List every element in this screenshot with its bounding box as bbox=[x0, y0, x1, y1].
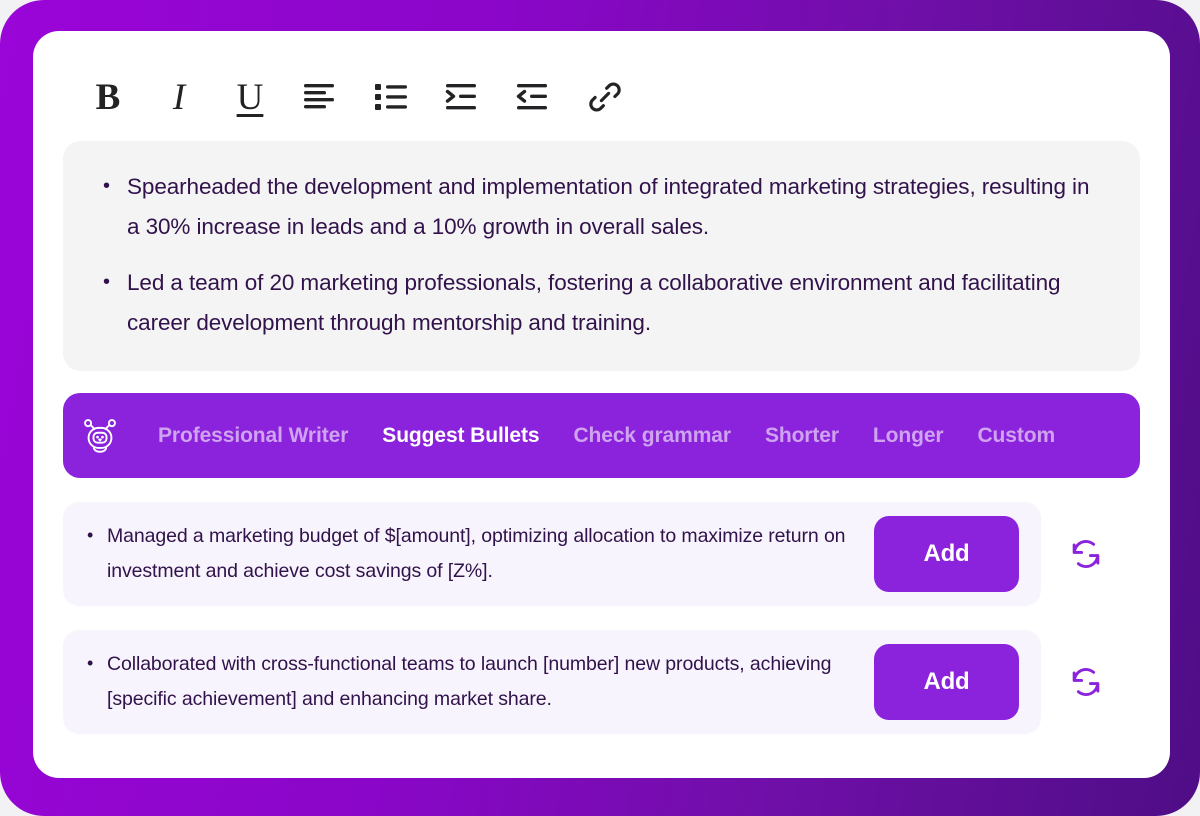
indent-decrease-icon bbox=[516, 84, 547, 110]
resume-bullet: Spearheaded the development and implemen… bbox=[97, 166, 1106, 247]
app-frame: B I U • Spearheaded the development and … bbox=[0, 0, 1200, 816]
indent-decrease-button[interactable] bbox=[511, 74, 557, 120]
bulleted-list-icon bbox=[375, 84, 407, 110]
underline-button[interactable]: U bbox=[227, 74, 273, 120]
bulleted-list-button[interactable] bbox=[369, 74, 415, 120]
ai-action-custom[interactable]: Custom bbox=[960, 424, 1072, 448]
italic-icon: I bbox=[172, 76, 186, 118]
ai-action-professional-writer[interactable]: Professional Writer bbox=[141, 424, 365, 448]
suggestion-card: Collaborated with cross-functional teams… bbox=[63, 630, 1041, 734]
ai-action-bar: Professional Writer Suggest Bullets Chec… bbox=[63, 393, 1140, 478]
bold-icon: B bbox=[95, 76, 121, 118]
indent-increase-icon bbox=[445, 84, 476, 110]
ai-action-check-grammar[interactable]: Check grammar bbox=[556, 424, 747, 448]
regenerate-button[interactable] bbox=[1059, 527, 1113, 581]
editor-card: B I U • Spearheaded the development and … bbox=[33, 31, 1170, 778]
suggestion-text: Collaborated with cross-functional teams… bbox=[85, 646, 874, 717]
editor-content-area[interactable]: Spearheaded the development and implemen… bbox=[63, 141, 1140, 371]
suggestion-row: Collaborated with cross-functional teams… bbox=[63, 630, 1140, 734]
ai-action-suggest-bullets[interactable]: Suggest Bullets bbox=[365, 424, 556, 448]
robot-icon bbox=[77, 413, 123, 459]
link-icon bbox=[589, 82, 621, 112]
add-button[interactable]: Add bbox=[874, 516, 1019, 592]
italic-button[interactable]: I bbox=[156, 74, 202, 120]
ai-action-shorter[interactable]: Shorter bbox=[748, 424, 856, 448]
align-left-icon bbox=[304, 84, 334, 109]
ai-action-longer[interactable]: Longer bbox=[856, 424, 961, 448]
resume-bullet: Led a team of 20 marketing professionals… bbox=[97, 262, 1106, 343]
regenerate-button[interactable] bbox=[1059, 655, 1113, 709]
refresh-icon bbox=[1072, 540, 1100, 568]
suggestion-row: Managed a marketing budget of $[amount],… bbox=[63, 502, 1140, 606]
suggestion-text: Managed a marketing budget of $[amount],… bbox=[85, 518, 874, 589]
align-left-button[interactable] bbox=[298, 74, 344, 120]
link-button[interactable] bbox=[582, 74, 628, 120]
underline-icon: U bbox=[236, 76, 264, 118]
suggestion-card: Managed a marketing budget of $[amount],… bbox=[63, 502, 1041, 606]
indent-increase-button[interactable] bbox=[440, 74, 486, 120]
resume-bullet-list: Spearheaded the development and implemen… bbox=[97, 166, 1106, 343]
add-button[interactable]: Add bbox=[874, 644, 1019, 720]
refresh-icon bbox=[1072, 668, 1100, 696]
format-toolbar: B I U bbox=[63, 59, 1140, 135]
bold-button[interactable]: B bbox=[85, 74, 131, 120]
